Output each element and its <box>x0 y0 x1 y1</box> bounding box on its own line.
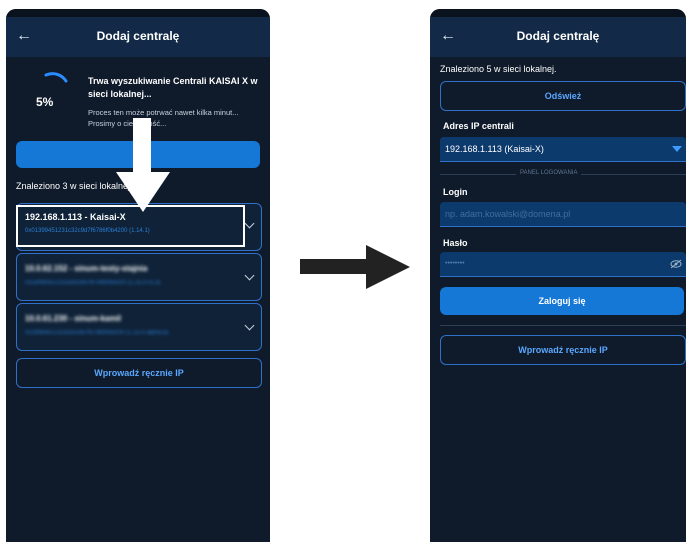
password-value: •••••••• <box>445 260 465 267</box>
refresh-label: Odśwież <box>544 91 582 101</box>
device-item[interactable]: 10.0.61.230 - sinum-kamil 0x1ff9b451232a… <box>16 303 262 351</box>
divider <box>440 325 686 326</box>
device-detail: 0x1ef9b451232a35c9d7f6786f0b4200 (1.15.0… <box>25 280 161 286</box>
found-count-label: Znaleziono 5 w sieci lokalnej. <box>440 64 557 74</box>
eye-off-icon[interactable] <box>670 259 682 269</box>
manual-ip-label: Wprowadź ręcznie IP <box>94 368 184 378</box>
right-arrow-annotation <box>300 245 410 289</box>
progress-percent: 5% <box>36 95 54 109</box>
device-name: 10.0.61.230 - sinum-kamil <box>25 314 122 323</box>
right-phone-screen: ← Dodaj centralę Znaleziono 5 w sieci lo… <box>430 9 686 542</box>
chevron-down-icon[interactable] <box>244 218 255 229</box>
device-item[interactable]: 10.0.62.152 - sinum-testy-stajnia 0x1ef9… <box>16 253 262 301</box>
status-bar <box>6 9 270 17</box>
status-bar <box>430 9 686 17</box>
password-label: Hasło <box>443 238 468 248</box>
manual-ip-label: Wprowadź ręcznie IP <box>518 345 608 355</box>
device-detail: 0x1ff9b451232a35c9d7f6786f0b4200 (1.15.0… <box>25 330 169 336</box>
page-title: Dodaj centralę <box>96 29 180 43</box>
search-title: Trwa wyszukiwanie Centrali KAISAI X w si… <box>88 76 258 99</box>
app-bar: ← Dodaj centralę <box>430 17 686 57</box>
refresh-button[interactable]: Odśwież <box>440 81 686 111</box>
ip-select[interactable]: 192.168.1.113 (Kaisai-X) <box>440 137 686 162</box>
device-name: 10.0.62.152 - sinum-testy-stajnia <box>25 264 148 273</box>
app-bar: ← Dodaj centralę <box>6 17 270 57</box>
ip-label: Adres IP centrali <box>443 121 514 131</box>
chevron-down-icon[interactable] <box>244 270 255 281</box>
login-field[interactable]: np. adam.kowalski@domena.pl <box>440 202 686 227</box>
login-button[interactable]: Zaloguj się <box>440 287 684 315</box>
login-button-label: Zaloguj się <box>538 296 586 306</box>
password-field[interactable]: •••••••• <box>440 252 686 277</box>
login-placeholder: np. adam.kowalski@domena.pl <box>445 209 571 219</box>
ip-value: 192.168.1.113 (Kaisai-X) <box>445 144 544 154</box>
login-label: Login <box>443 187 468 197</box>
manual-ip-button[interactable]: Wprowadź ręcznie IP <box>440 335 686 365</box>
panel-label: PANEL LOGOWANIA <box>516 170 582 176</box>
caret-down-icon <box>672 146 682 152</box>
left-phone-screen: ← Dodaj centralę 5% Trwa wyszukiwanie Ce… <box>6 9 270 542</box>
page-title: Dodaj centralę <box>516 29 600 43</box>
down-arrow-annotation <box>116 118 170 212</box>
chevron-down-icon[interactable] <box>244 320 255 331</box>
manual-ip-button[interactable]: Wprowadź ręcznie IP <box>16 358 262 388</box>
